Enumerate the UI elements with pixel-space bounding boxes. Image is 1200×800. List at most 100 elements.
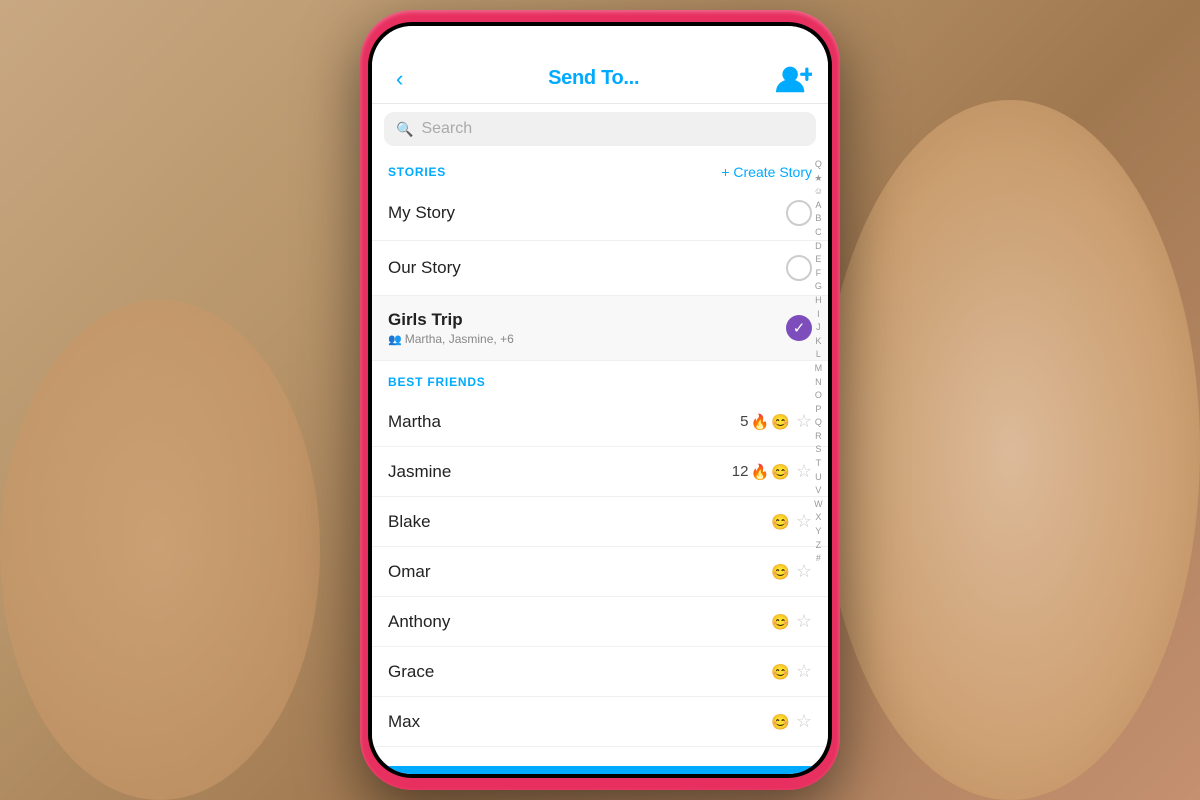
add-friend-button[interactable] — [776, 65, 812, 93]
alpha-w[interactable]: W — [811, 498, 826, 511]
friend-name-blake: Blake — [388, 512, 431, 532]
alpha-e[interactable]: E — [811, 253, 826, 266]
friend-name-omar: Omar — [388, 562, 431, 582]
streak-martha: 5 🔥 😊 — [740, 413, 790, 431]
star-icon-jasmine[interactable]: ☆ — [796, 461, 812, 482]
smile-icon-omar: 😊 — [771, 563, 790, 581]
status-bar — [372, 26, 828, 54]
scene: ‹ Send To... 🔍 Sea — [0, 0, 1200, 800]
alpha-i[interactable]: I — [811, 308, 826, 321]
alpha-z[interactable]: Z — [811, 539, 826, 552]
story-name-our-story: Our Story — [388, 258, 461, 278]
streak-max: 😊 — [771, 713, 790, 731]
smile-icon-anthony: 😊 — [771, 613, 790, 631]
alpha-t[interactable]: T — [811, 457, 826, 470]
friend-item-anthony[interactable]: Anthony 😊 ☆ — [372, 597, 828, 647]
alpha-y[interactable]: Y — [811, 525, 826, 538]
alpha-j[interactable]: J — [811, 321, 826, 334]
alpha-r[interactable]: R — [811, 430, 826, 443]
friend-item-blake[interactable]: Blake 😊 ☆ — [372, 497, 828, 547]
friend-item-omar[interactable]: Omar 😊 ☆ — [372, 547, 828, 597]
friend-item-jasmine[interactable]: Jasmine 12 🔥 😊 ☆ — [372, 447, 828, 497]
star-icon-omar[interactable]: ☆ — [796, 561, 812, 582]
streak-count-jasmine: 12 — [732, 463, 749, 480]
alpha-n[interactable]: N — [811, 376, 826, 389]
alpha-p[interactable]: P — [811, 403, 826, 416]
alpha-smile[interactable]: ☺ — [811, 185, 826, 198]
bg-hand-left — [0, 300, 320, 800]
add-friend-icon — [776, 64, 812, 92]
smile-icon-jasmine: 😊 — [771, 463, 790, 481]
alpha-b[interactable]: B — [811, 212, 826, 225]
friend-name-anthony: Anthony — [388, 612, 450, 632]
streak-omar: 😊 — [771, 563, 790, 581]
smile-icon-max: 😊 — [771, 713, 790, 731]
smile-icon-martha: 😊 — [771, 413, 790, 431]
alpha-v[interactable]: V — [811, 484, 826, 497]
stories-section-header: STORIES + Create Story — [372, 154, 828, 186]
alpha-s[interactable]: S — [811, 443, 826, 456]
story-item-my-story[interactable]: My Story — [372, 186, 828, 241]
alpha-q[interactable]: Q — [811, 416, 826, 429]
phone-frame: ‹ Send To... 🔍 Sea — [360, 10, 840, 790]
friend-name-max: Max — [388, 712, 420, 732]
alpha-g[interactable]: G — [811, 280, 826, 293]
story-item-our-story[interactable]: Our Story — [372, 241, 828, 296]
nav-header: ‹ Send To... — [372, 54, 828, 104]
phone-inner: ‹ Send To... 🔍 Sea — [368, 22, 832, 778]
alpha-star[interactable]: ★ — [811, 172, 826, 185]
alpha-q-search[interactable]: Q — [811, 158, 826, 171]
alpha-x[interactable]: X — [811, 511, 826, 524]
search-placeholder-text: Search — [421, 120, 472, 138]
alpha-f[interactable]: F — [811, 267, 826, 280]
checkbox-girls-trip[interactable]: ✓ — [786, 315, 812, 341]
friend-name-jasmine: Jasmine — [388, 462, 451, 482]
star-icon-blake[interactable]: ☆ — [796, 511, 812, 532]
streak-jasmine: 12 🔥 😊 — [732, 463, 790, 481]
checkbox-my-story[interactable] — [786, 200, 812, 226]
alpha-l[interactable]: L — [811, 348, 826, 361]
fire-icon-jasmine: 🔥 — [750, 463, 769, 481]
alpha-h[interactable]: H — [811, 294, 826, 307]
star-icon-anthony[interactable]: ☆ — [796, 611, 812, 632]
group-icon: 👥 — [388, 333, 402, 346]
friend-name-martha: Martha — [388, 412, 441, 432]
alpha-d[interactable]: D — [811, 240, 826, 253]
friend-item-max[interactable]: Max 😊 ☆ — [372, 697, 828, 747]
alpha-m[interactable]: M — [811, 362, 826, 375]
checkbox-our-story[interactable] — [786, 255, 812, 281]
alpha-hash[interactable]: # — [811, 552, 826, 565]
star-icon-max[interactable]: ☆ — [796, 711, 812, 732]
alpha-c[interactable]: C — [811, 226, 826, 239]
streak-count-martha: 5 — [740, 413, 748, 430]
search-input[interactable]: 🔍 Search — [384, 112, 816, 146]
content-area: STORIES + Create Story My Story — [372, 154, 828, 766]
stories-label: STORIES — [388, 165, 446, 179]
alpha-a[interactable]: A — [811, 199, 826, 212]
header-title: Send To... — [548, 67, 639, 90]
story-item-girls-trip[interactable]: Girls Trip 👥 Martha, Jasmine, +6 ✓ — [372, 296, 828, 361]
friend-name-grace: Grace — [388, 662, 434, 682]
best-friends-label: BEST FRIENDS — [388, 375, 486, 389]
smile-icon-blake: 😊 — [771, 513, 790, 531]
streak-blake: 😊 — [771, 513, 790, 531]
create-story-button[interactable]: + Create Story — [721, 164, 812, 180]
fire-icon-martha: 🔥 — [750, 413, 769, 431]
star-icon-grace[interactable]: ☆ — [796, 661, 812, 682]
search-bar: 🔍 Search — [372, 104, 828, 154]
alpha-o[interactable]: O — [811, 389, 826, 402]
story-members-girls-trip: Martha, Jasmine, +6 — [405, 332, 514, 346]
story-name-girls-trip: Girls Trip — [388, 310, 514, 330]
bottom-bar — [372, 766, 828, 774]
back-button[interactable]: ‹ — [388, 62, 411, 96]
friend-item-martha[interactable]: Martha 5 🔥 😊 ☆ — [372, 397, 828, 447]
best-friends-section-header: BEST FRIENDS — [372, 361, 828, 397]
phone-screen: ‹ Send To... 🔍 Sea — [372, 26, 828, 774]
friend-item-grace[interactable]: Grace 😊 ☆ — [372, 647, 828, 697]
search-icon: 🔍 — [396, 121, 413, 138]
alpha-u[interactable]: U — [811, 471, 826, 484]
streak-grace: 😊 — [771, 663, 790, 681]
alpha-k[interactable]: K — [811, 335, 826, 348]
star-icon-martha[interactable]: ☆ — [796, 411, 812, 432]
story-subtitle-girls-trip: 👥 Martha, Jasmine, +6 — [388, 332, 514, 346]
